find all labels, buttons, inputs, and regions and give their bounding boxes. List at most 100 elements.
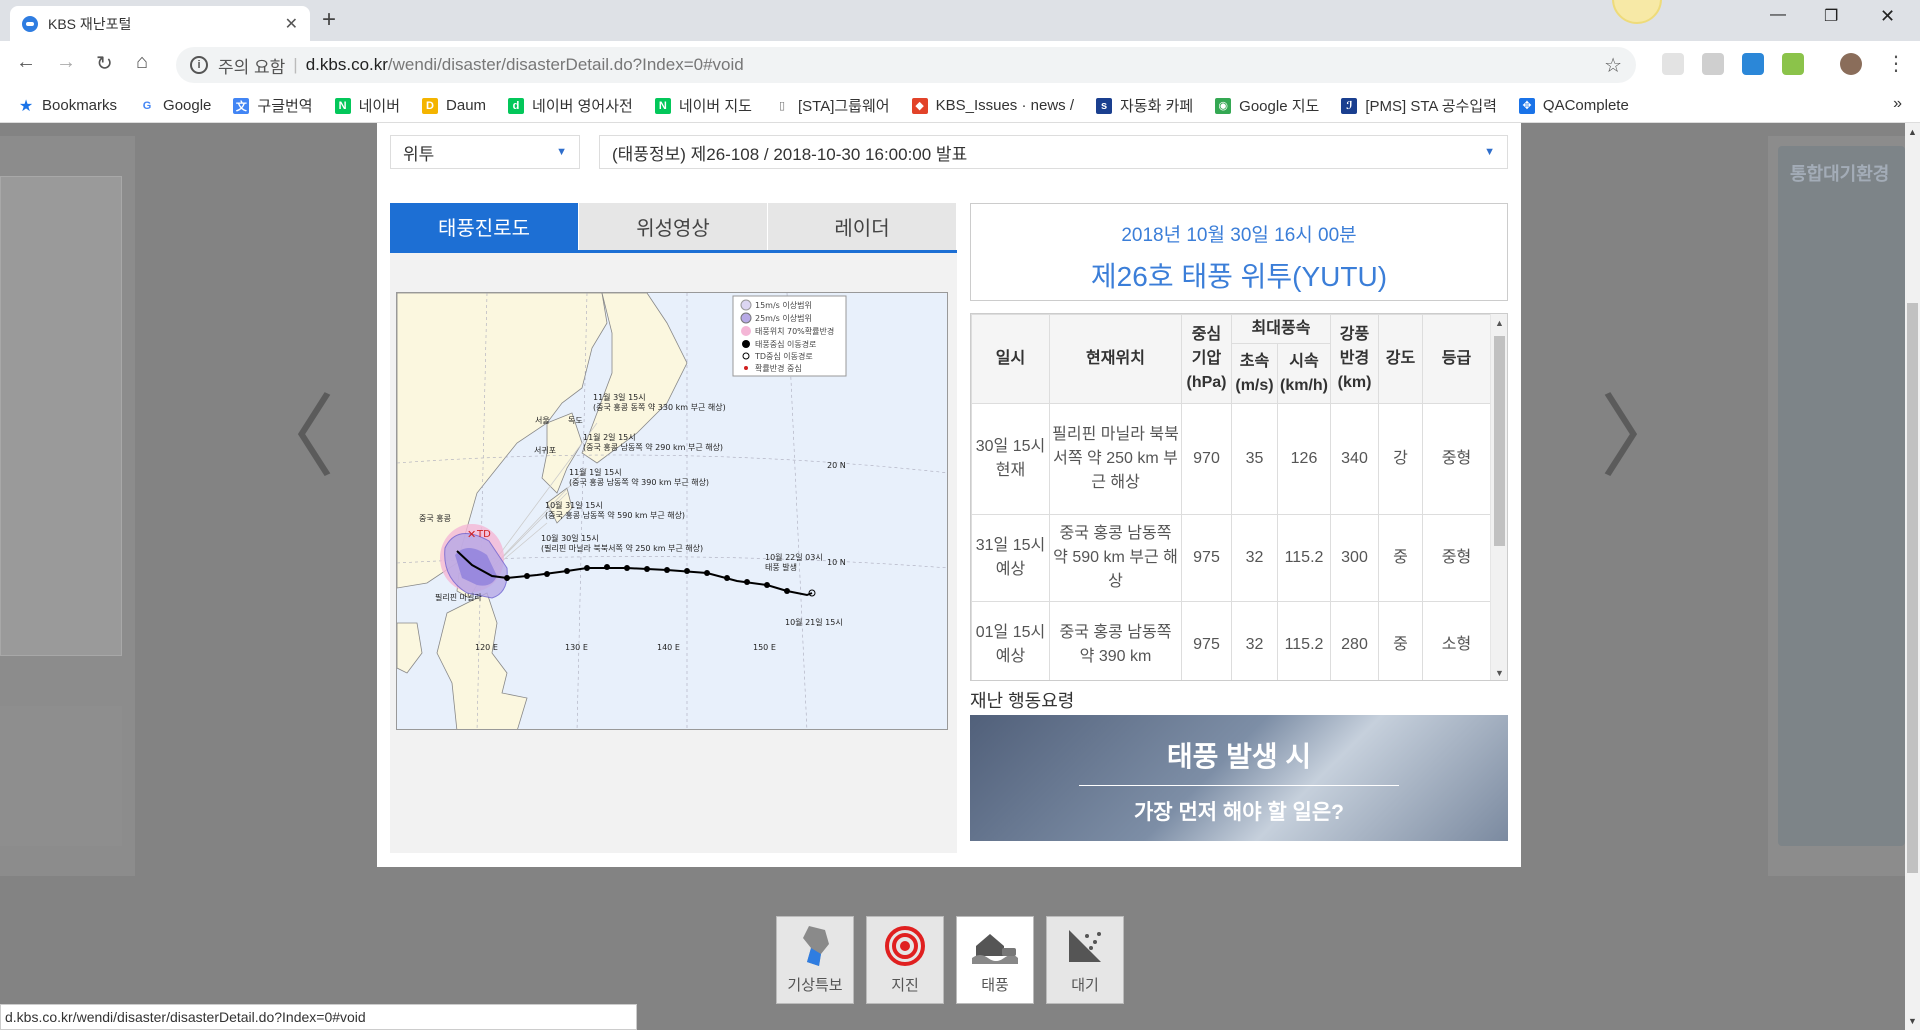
extension-ladder-icon[interactable] [1782,53,1804,75]
bookmark-item[interactable]: ★ Bookmarks [18,97,117,115]
map-pane: 태풍진로도 위성영상 레이더 ✕ TD 15m/s 이상범위 25m/s 이상범… [390,203,957,853]
document-icon: ▯ [778,100,786,112]
map-label: 150 E [753,643,776,652]
legend-item: TD중심 이동경로 [754,351,813,361]
next-arrow-icon[interactable]: 〉 [1600,393,1690,483]
bulletin-select[interactable]: (태풍정보) 제26-108 / 2018-10-30 16:00:00 발표 … [599,135,1508,169]
table-row: 30일 15시 현재 필리핀 마닐라 북북서쪽 약 250 km 부근 해상 9… [971,403,1491,515]
forecast-table-container[interactable]: 일시 현재위치 중심 기압 (hPa) 최대풍속 강풍 반경 (km) 강도 등… [970,313,1508,681]
bookmark-item[interactable]: s 자동화 카페 [1096,95,1193,116]
bookmark-label: 자동화 카페 [1120,98,1194,115]
table-scroll-thumb[interactable] [1494,336,1505,546]
typhoon-select[interactable]: 위투 ▼ [390,135,580,169]
reload-icon[interactable]: ↻ [96,51,113,76]
scroll-up-icon[interactable]: ▲ [1495,318,1504,328]
window-close-icon[interactable]: ✕ [1880,6,1895,27]
map-label: 서귀포 [534,445,556,455]
cell-wind-kmh: 115.2 [1277,601,1331,680]
map-td-label: TD [476,529,491,540]
table-row: 31일 15시 예상 중국 홍콩 남동쪽 약 590 km 부근 해상 975 … [971,514,1491,602]
kbs-favicon-icon [22,15,38,32]
background-right-panel: 통합대기환경 [1768,136,1905,876]
bookmark-item[interactable]: D Daum [422,97,486,114]
page-scrollbar[interactable]: ▲ ▼ [1905,123,1920,1030]
tab-track[interactable]: 태풍진로도 [390,203,579,250]
url-host: d.kbs.co.kr [305,55,388,74]
cell-time: 31일 15시 예상 [971,514,1050,602]
cell-location: 중국 홍콩 남동쪽 약 390 km [1049,601,1182,680]
browser-toolbar: ← → ↻ ⌂ i 주의 요함 | d.kbs.co.kr /wendi/dis… [0,41,1920,89]
info-icon[interactable]: i [190,56,208,74]
bookmark-item[interactable]: ✥ QAComplete [1518,97,1629,114]
guide-banner[interactable]: 태풍 발생 시 가장 먼저 해야 할 일은? [970,715,1508,841]
scroll-down-icon[interactable]: ▼ [1908,1016,1917,1026]
home-icon[interactable]: ⌂ [136,51,148,74]
col-time: 일시 [971,314,1050,404]
bookmark-label: 네이버 영어사전 [532,98,633,115]
cell-radius: 280 [1330,601,1379,680]
restore-icon[interactable]: ❐ [1824,6,1838,26]
bookmark-item[interactable]: ℐ [PMS] STA 공수입력 [1341,95,1497,116]
category-label: 대기 [1071,977,1099,994]
cell-wind-kmh: 126 [1277,403,1331,515]
back-icon[interactable]: ← [16,51,36,74]
tab-title: KBS 재난포털 [48,15,132,32]
background-title: 통합대기환경 [1790,164,1890,184]
bookmarks-overflow-icon[interactable]: » [1893,95,1902,113]
naver-icon: N [654,97,671,114]
bookmark-label: QAComplete [1542,97,1629,114]
col-pressure: 중심 기압 (hPa) [1181,314,1232,404]
pms-icon: ℐ [1341,97,1358,114]
bookmark-item[interactable]: ◉ Google 지도 [1215,95,1319,116]
scroll-up-icon[interactable]: ▲ [1908,127,1917,137]
address-bar[interactable]: i 주의 요함 | d.kbs.co.kr /wendi/disaster/di… [176,47,1636,83]
legend-item: 태풍위치 70%확률반경 [755,326,834,336]
daum-icon: D [422,97,439,114]
bookmark-item[interactable]: 文 구글번역 [233,95,313,116]
tab-radar[interactable]: 레이더 [768,203,957,250]
page-scroll-thumb[interactable] [1907,303,1918,873]
category-air[interactable]: 대기 [1046,916,1124,1004]
extension-arrows-icon[interactable] [1742,53,1764,75]
new-tab-icon[interactable]: + [322,6,336,34]
bookmark-item[interactable]: ◆ KBS_Issues · news / [911,97,1074,114]
close-tab-icon[interactable]: ✕ [285,14,298,34]
cell-strength: 강 [1378,403,1423,515]
map-label: 서울 [535,416,550,425]
category-typhoon[interactable]: 태풍 [956,916,1034,1004]
col-size: 등급 [1422,314,1491,404]
legend-item: 태풍중심 이동경로 [755,339,816,349]
typhoon-summary: 2018년 10월 30일 16시 00분 제26호 태풍 위투(YUTU) [970,203,1508,301]
category-label: 기상특보 [787,977,843,994]
bookmark-item[interactable]: G Google [139,97,212,114]
forecast-table: 일시 현재위치 중심 기압 (hPa) 최대풍속 강풍 반경 (km) 강도 등… [971,314,1491,680]
category-earthquake[interactable]: 지진 [866,916,944,1004]
naver-icon: N [334,97,351,114]
minimize-icon[interactable]: — [1770,6,1786,24]
bookmark-item[interactable]: d 네이버 영어사전 [508,95,633,116]
tab-satellite[interactable]: 위성영상 [579,203,768,250]
bookmark-item[interactable]: ▯ [STA]그룹웨어 [774,95,890,116]
bookmark-label: [STA]그룹웨어 [797,98,890,115]
category-weather-warning[interactable]: 기상특보 [776,916,854,1004]
bulletin-select-value: (태풍정보) 제26-108 / 2018-10-30 16:00:00 발표 [612,144,968,164]
table-scrollbar[interactable]: ▲ ▼ [1490,314,1507,680]
extension-ex-icon[interactable] [1702,53,1724,75]
profile-avatar[interactable] [1840,53,1862,75]
col-location: 현재위치 [1049,314,1182,404]
cell-size: 중형 [1422,403,1491,515]
scroll-down-icon[interactable]: ▼ [1495,668,1504,678]
browser-tab[interactable]: KBS 재난포털 ✕ [10,6,310,41]
bookmark-item[interactable]: N 네이버 [334,95,400,116]
menu-icon[interactable]: ⋮ [1886,51,1906,76]
extension-icon[interactable] [1662,53,1684,75]
banner-title: 태풍 발생 시 [1166,741,1312,772]
bookmark-item[interactable]: N 네이버 지도 [654,95,752,116]
prev-arrow-icon[interactable]: 〈 [245,393,335,483]
bookmark-star-icon[interactable]: ☆ [1604,53,1622,78]
page-viewport: 통합대기환경 〈 〉 위투 ▼ (태풍정보) 제26-108 / 2018-10… [0,123,1905,1030]
svg-text:✕: ✕ [467,528,476,541]
map-label: 10월 22일 03시 [765,552,823,562]
forward-icon[interactable]: → [56,51,76,74]
cell-pressure: 975 [1181,514,1232,602]
